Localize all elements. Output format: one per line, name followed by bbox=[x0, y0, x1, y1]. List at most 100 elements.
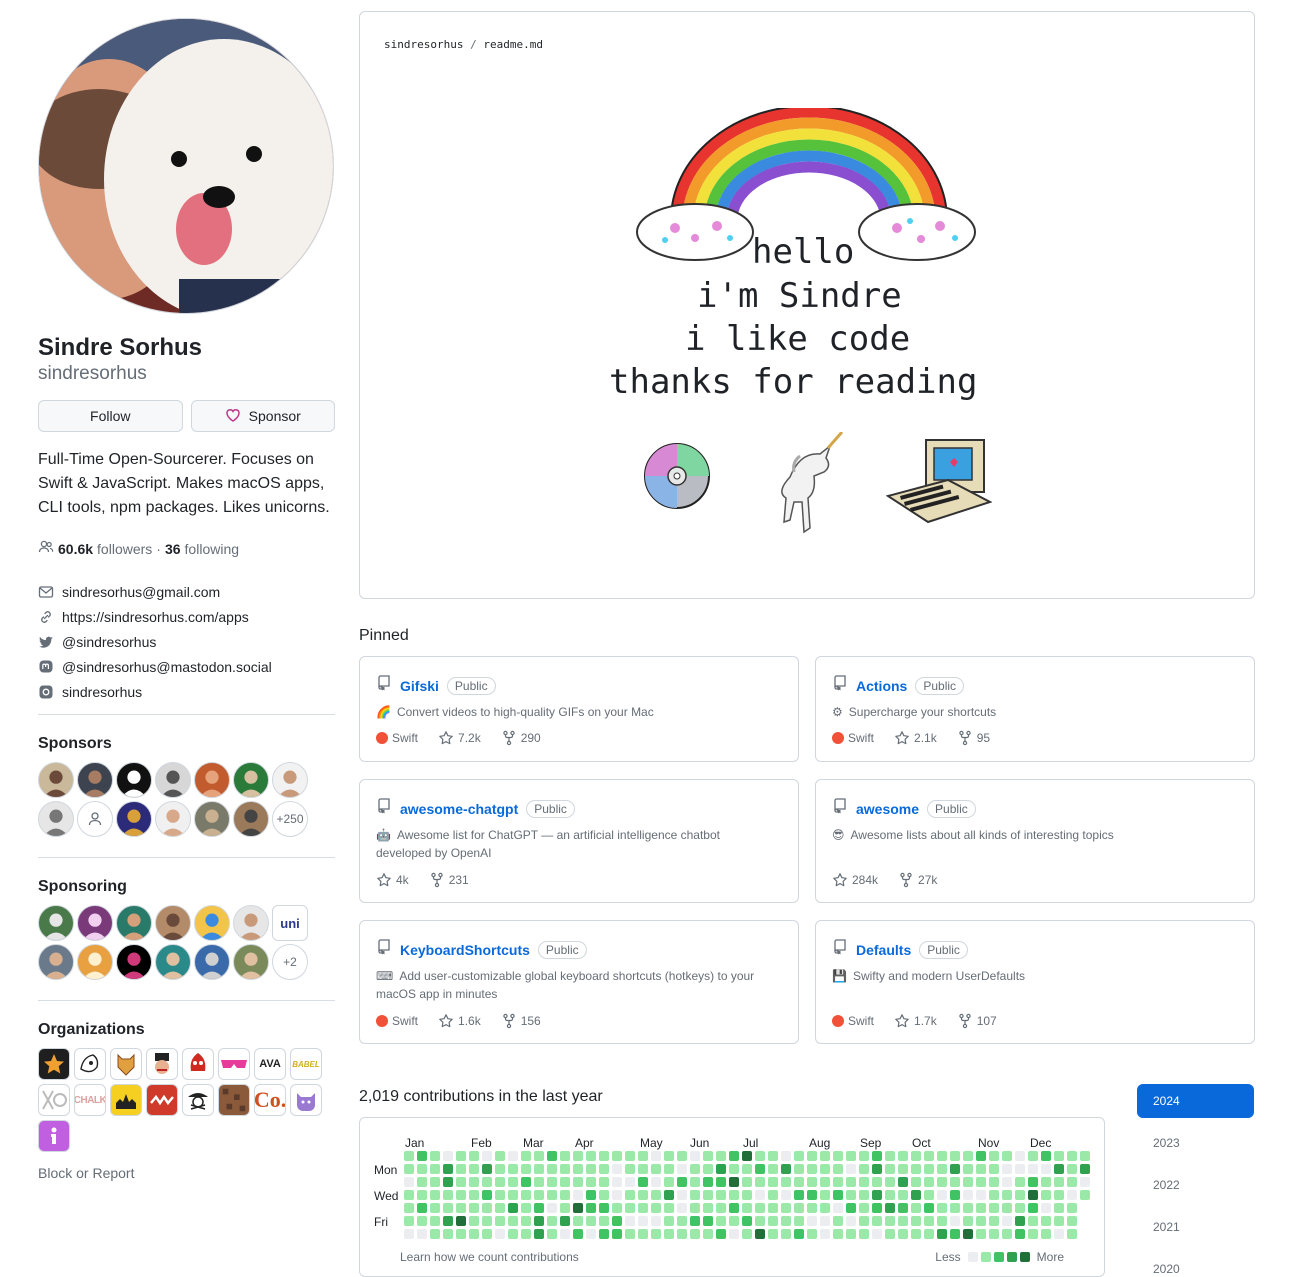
contribution-day[interactable] bbox=[1054, 1151, 1064, 1161]
contribution-day[interactable] bbox=[924, 1229, 934, 1239]
contribution-day[interactable] bbox=[599, 1190, 609, 1200]
website-text[interactable]: https://sindresorhus.com/apps bbox=[62, 609, 249, 625]
contribution-day[interactable] bbox=[950, 1203, 960, 1213]
contribution-day[interactable] bbox=[638, 1151, 648, 1161]
email-link[interactable]: sindresorhus@gmail.com bbox=[38, 579, 335, 604]
contribution-day[interactable] bbox=[430, 1229, 440, 1239]
contribution-day[interactable] bbox=[859, 1203, 869, 1213]
contribution-day[interactable] bbox=[495, 1216, 505, 1226]
contribution-day[interactable] bbox=[677, 1203, 687, 1213]
contribution-day[interactable] bbox=[690, 1177, 700, 1187]
contribution-day[interactable] bbox=[755, 1190, 765, 1200]
contribution-day[interactable] bbox=[508, 1164, 518, 1174]
contribution-day[interactable] bbox=[1015, 1216, 1025, 1226]
readme-filename[interactable]: readme.md bbox=[483, 38, 543, 51]
year-2022-button[interactable]: 2022 bbox=[1137, 1168, 1254, 1202]
contribution-day[interactable] bbox=[872, 1177, 882, 1187]
contribution-day[interactable] bbox=[794, 1177, 804, 1187]
twitter-link[interactable]: @sindresorhus bbox=[38, 629, 335, 654]
sponsoring-avatar[interactable] bbox=[233, 944, 269, 980]
sponsor-avatar[interactable] bbox=[155, 762, 191, 798]
contribution-day[interactable] bbox=[469, 1177, 479, 1187]
contribution-day[interactable] bbox=[1054, 1177, 1064, 1187]
contribution-day[interactable] bbox=[430, 1216, 440, 1226]
contribution-day[interactable] bbox=[729, 1190, 739, 1200]
sponsor-avatar[interactable] bbox=[272, 762, 308, 798]
contribution-day[interactable] bbox=[1067, 1151, 1077, 1161]
contribution-day[interactable] bbox=[859, 1190, 869, 1200]
contribution-day[interactable] bbox=[443, 1151, 453, 1161]
contribution-day[interactable] bbox=[898, 1216, 908, 1226]
contribution-day[interactable] bbox=[638, 1177, 648, 1187]
contribution-day[interactable] bbox=[651, 1229, 661, 1239]
contribution-day[interactable] bbox=[1041, 1216, 1051, 1226]
contribution-day[interactable] bbox=[404, 1151, 414, 1161]
contribution-day[interactable] bbox=[573, 1229, 583, 1239]
contribution-day[interactable] bbox=[430, 1177, 440, 1187]
contribution-day[interactable] bbox=[443, 1229, 453, 1239]
readme-owner[interactable]: sindresorhus bbox=[384, 38, 463, 51]
contribution-day[interactable] bbox=[599, 1216, 609, 1226]
repo-stars[interactable]: 1.7k bbox=[894, 1013, 937, 1029]
contribution-day[interactable] bbox=[976, 1190, 986, 1200]
contribution-day[interactable] bbox=[781, 1164, 791, 1174]
org-star-avatar[interactable] bbox=[38, 1048, 70, 1080]
contribution-day[interactable] bbox=[976, 1229, 986, 1239]
contribution-day[interactable] bbox=[573, 1203, 583, 1213]
contribution-day[interactable] bbox=[963, 1164, 973, 1174]
contribution-day[interactable] bbox=[716, 1151, 726, 1161]
contribution-day[interactable] bbox=[807, 1151, 817, 1161]
contribution-day[interactable] bbox=[755, 1229, 765, 1239]
org-co-avatar[interactable]: Co. bbox=[254, 1084, 286, 1116]
contribution-day[interactable] bbox=[911, 1164, 921, 1174]
contribution-day[interactable] bbox=[1028, 1177, 1038, 1187]
contribution-day[interactable] bbox=[859, 1164, 869, 1174]
contribution-day[interactable] bbox=[625, 1190, 635, 1200]
sponsoring-avatar[interactable] bbox=[194, 944, 230, 980]
contribution-day[interactable] bbox=[898, 1229, 908, 1239]
repo-forks[interactable]: 27k bbox=[898, 872, 937, 888]
contribution-day[interactable] bbox=[729, 1216, 739, 1226]
contribution-day[interactable] bbox=[625, 1177, 635, 1187]
contribution-day[interactable] bbox=[807, 1164, 817, 1174]
contribution-day[interactable] bbox=[586, 1216, 596, 1226]
contribution-day[interactable] bbox=[924, 1190, 934, 1200]
contribution-day[interactable] bbox=[1067, 1190, 1077, 1200]
contribution-day[interactable] bbox=[807, 1190, 817, 1200]
contribution-day[interactable] bbox=[690, 1151, 700, 1161]
repo-forks[interactable]: 156 bbox=[501, 1013, 541, 1029]
contribution-day[interactable] bbox=[898, 1177, 908, 1187]
contribution-day[interactable] bbox=[963, 1203, 973, 1213]
contribution-day[interactable] bbox=[1028, 1203, 1038, 1213]
contribution-day[interactable] bbox=[586, 1203, 596, 1213]
contribution-day[interactable] bbox=[456, 1229, 466, 1239]
contribution-day[interactable] bbox=[768, 1203, 778, 1213]
contribution-day[interactable] bbox=[820, 1177, 830, 1187]
contribution-day[interactable] bbox=[599, 1229, 609, 1239]
twitter-text[interactable]: @sindresorhus bbox=[62, 634, 156, 650]
contribution-day[interactable] bbox=[846, 1229, 856, 1239]
contribution-day[interactable] bbox=[1002, 1177, 1012, 1187]
repo-forks[interactable]: 231 bbox=[429, 872, 469, 888]
contribution-day[interactable] bbox=[950, 1151, 960, 1161]
repo-stars[interactable]: 2.1k bbox=[894, 730, 937, 746]
contribution-day[interactable] bbox=[807, 1203, 817, 1213]
contribution-day[interactable] bbox=[664, 1203, 674, 1213]
contribution-day[interactable] bbox=[534, 1229, 544, 1239]
contribution-day[interactable] bbox=[547, 1229, 557, 1239]
repo-name-link[interactable]: KeyboardShortcuts bbox=[400, 942, 530, 958]
sponsor-avatar[interactable] bbox=[233, 801, 269, 837]
contribution-day[interactable] bbox=[729, 1229, 739, 1239]
sponsor-avatar[interactable] bbox=[77, 762, 113, 798]
contribution-day[interactable] bbox=[521, 1177, 531, 1187]
contribution-day[interactable] bbox=[976, 1151, 986, 1161]
contribution-day[interactable] bbox=[612, 1164, 622, 1174]
contribution-day[interactable] bbox=[599, 1164, 609, 1174]
org-mosque-avatar[interactable] bbox=[110, 1084, 142, 1116]
contribution-day[interactable] bbox=[404, 1203, 414, 1213]
contribution-day[interactable] bbox=[833, 1177, 843, 1187]
contribution-day[interactable] bbox=[976, 1216, 986, 1226]
contribution-day[interactable] bbox=[1028, 1229, 1038, 1239]
repo-forks[interactable]: 95 bbox=[957, 730, 990, 746]
contribution-day[interactable] bbox=[651, 1151, 661, 1161]
